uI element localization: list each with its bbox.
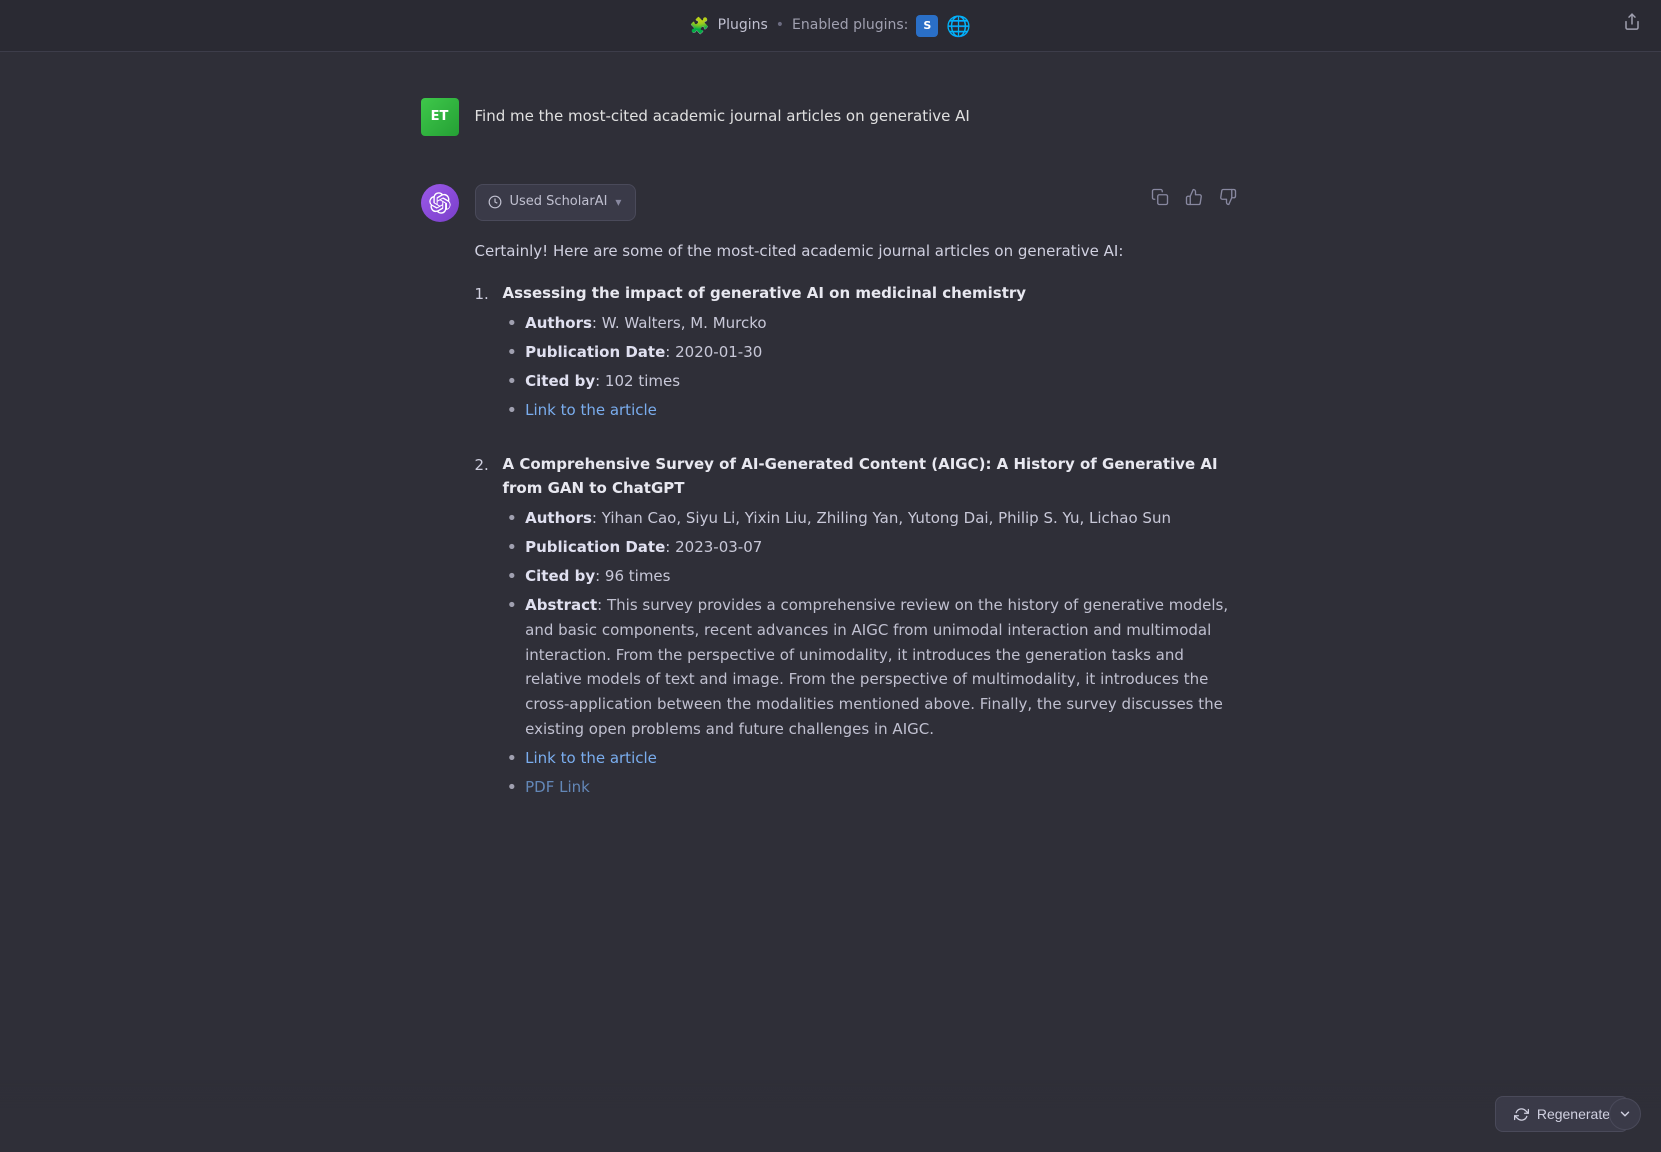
article-1-authors: • Authors: W. Walters, M. Murcko bbox=[507, 311, 1241, 336]
bullet-icon: • bbox=[507, 506, 518, 531]
openai-logo bbox=[429, 192, 451, 214]
article-2-cited-value: : 96 times bbox=[595, 567, 670, 585]
bullet-icon-2: • bbox=[507, 535, 518, 560]
used-plugin-badge[interactable]: Used ScholarAI ▾ bbox=[475, 184, 637, 221]
article-2-abstract-value: : This survey provides a comprehensive r… bbox=[525, 596, 1228, 738]
article-2-link[interactable]: • Link to the article bbox=[507, 746, 1241, 771]
article-1-link-text[interactable]: Link to the article bbox=[525, 398, 657, 422]
article-1-link[interactable]: • Link to the article bbox=[507, 398, 1241, 423]
enabled-label: Enabled plugins: bbox=[792, 14, 908, 36]
article-2-link-text[interactable]: Link to the article bbox=[525, 746, 657, 770]
article-1-title: Assessing the impact of generative AI on… bbox=[503, 281, 1241, 305]
article-2-cited: • Cited by: 96 times bbox=[507, 564, 1241, 589]
article-2-pdf-link-text[interactable]: PDF Link bbox=[525, 775, 590, 799]
user-message-row: ET Find me the most-cited academic journ… bbox=[421, 82, 1241, 152]
scholar-plugin-badge[interactable]: S bbox=[916, 15, 938, 37]
cited-label: Cited by bbox=[525, 372, 595, 390]
article-2-abstract: • Abstract: This survey provides a compr… bbox=[507, 593, 1241, 742]
chevron-down-icon: ▾ bbox=[615, 193, 621, 212]
export-button[interactable] bbox=[1623, 11, 1641, 40]
article-2-details: • Authors: Yihan Cao, Siyu Li, Yixin Liu… bbox=[503, 506, 1241, 800]
chevron-down-icon bbox=[1618, 1107, 1632, 1121]
top-bar: 🧩 Plugins • Enabled plugins: S 🌐 bbox=[0, 0, 1661, 52]
copy-button[interactable] bbox=[1147, 184, 1173, 210]
article-2-body: A Comprehensive Survey of AI-Generated C… bbox=[503, 452, 1241, 804]
article-2-pub-date: • Publication Date: 2023-03-07 bbox=[507, 535, 1241, 560]
bullet-icon-4: • bbox=[507, 593, 518, 618]
ai-action-buttons bbox=[1147, 184, 1241, 210]
article-item-2: 2. A Comprehensive Survey of AI-Generate… bbox=[475, 452, 1241, 804]
bullet-icon-6: • bbox=[507, 775, 518, 800]
bullet-icon: • bbox=[507, 398, 518, 423]
article-item-1: 1. Assessing the impact of generative AI… bbox=[475, 281, 1241, 428]
article-1-pub-date: • Publication Date: 2020-01-30 bbox=[507, 340, 1241, 365]
ai-message-row: Used ScholarAI ▾ Certainly! Here are som… bbox=[421, 184, 1241, 828]
pub-date-label: Publication Date bbox=[525, 343, 665, 361]
authors-label: Authors bbox=[525, 314, 592, 332]
regenerate-label: Regenerate bbox=[1537, 1106, 1610, 1122]
ai-content: Used ScholarAI ▾ Certainly! Here are som… bbox=[475, 184, 1241, 828]
web-plugin-badge[interactable]: 🌐 bbox=[946, 10, 971, 42]
article-2-pdf-link[interactable]: • PDF Link bbox=[507, 775, 1241, 800]
thumbs-down-button[interactable] bbox=[1215, 184, 1241, 210]
response-intro: Certainly! Here are some of the most-cit… bbox=[475, 239, 1241, 263]
chat-container: ET Find me the most-cited academic journ… bbox=[401, 52, 1261, 980]
article-2-authors: • Authors: Yihan Cao, Siyu Li, Yixin Liu… bbox=[507, 506, 1241, 531]
ai-content-inner: Used ScholarAI ▾ Certainly! Here are som… bbox=[475, 184, 1241, 804]
scholar-icon bbox=[488, 195, 502, 209]
article-1-cited: • Cited by: 102 times bbox=[507, 369, 1241, 394]
authors-label-2: Authors bbox=[525, 509, 592, 527]
article-1-cited-value: : 102 times bbox=[595, 372, 680, 390]
bullet-icon-3: • bbox=[507, 564, 518, 589]
cited-label-2: Cited by bbox=[525, 567, 595, 585]
article-2-title: A Comprehensive Survey of AI-Generated C… bbox=[503, 452, 1241, 500]
articles-list: 1. Assessing the impact of generative AI… bbox=[475, 281, 1241, 804]
article-2-authors-value: : Yihan Cao, Siyu Li, Yixin Liu, Zhiling… bbox=[592, 509, 1171, 527]
article-2-number: 2. bbox=[475, 453, 497, 477]
user-avatar-initials: ET bbox=[431, 107, 449, 128]
article-1-date-value: : 2020-01-30 bbox=[665, 343, 762, 361]
scroll-down-button[interactable] bbox=[1609, 1098, 1641, 1130]
user-message-text: Find me the most-cited academic journal … bbox=[475, 98, 970, 128]
pub-date-label-2: Publication Date bbox=[525, 538, 665, 556]
bullet-icon: • bbox=[507, 369, 518, 394]
thumbs-up-button[interactable] bbox=[1181, 184, 1207, 210]
abstract-label: Abstract bbox=[525, 596, 597, 614]
article-1-authors-value: : W. Walters, M. Murcko bbox=[592, 314, 767, 332]
dot-separator: • bbox=[776, 14, 784, 36]
used-plugin-label: Used ScholarAI bbox=[510, 192, 608, 213]
article-1-details: • Authors: W. Walters, M. Murcko • Publi… bbox=[503, 311, 1241, 424]
ai-avatar bbox=[421, 184, 459, 222]
bullet-icon-5: • bbox=[507, 746, 518, 771]
bullet-icon: • bbox=[507, 311, 518, 336]
puzzle-icon: 🧩 bbox=[690, 13, 710, 39]
plugin-info: 🧩 Plugins • Enabled plugins: S 🌐 bbox=[690, 10, 972, 42]
plugins-label: Plugins bbox=[718, 14, 768, 36]
article-2-date-value: : 2023-03-07 bbox=[665, 538, 762, 556]
article-1-number: 1. bbox=[475, 282, 497, 306]
bullet-icon: • bbox=[507, 340, 518, 365]
article-1-body: Assessing the impact of generative AI on… bbox=[503, 281, 1241, 428]
user-avatar: ET bbox=[421, 98, 459, 136]
bottom-bar: Regenerate bbox=[0, 1080, 1661, 1152]
regenerate-icon bbox=[1514, 1107, 1529, 1122]
